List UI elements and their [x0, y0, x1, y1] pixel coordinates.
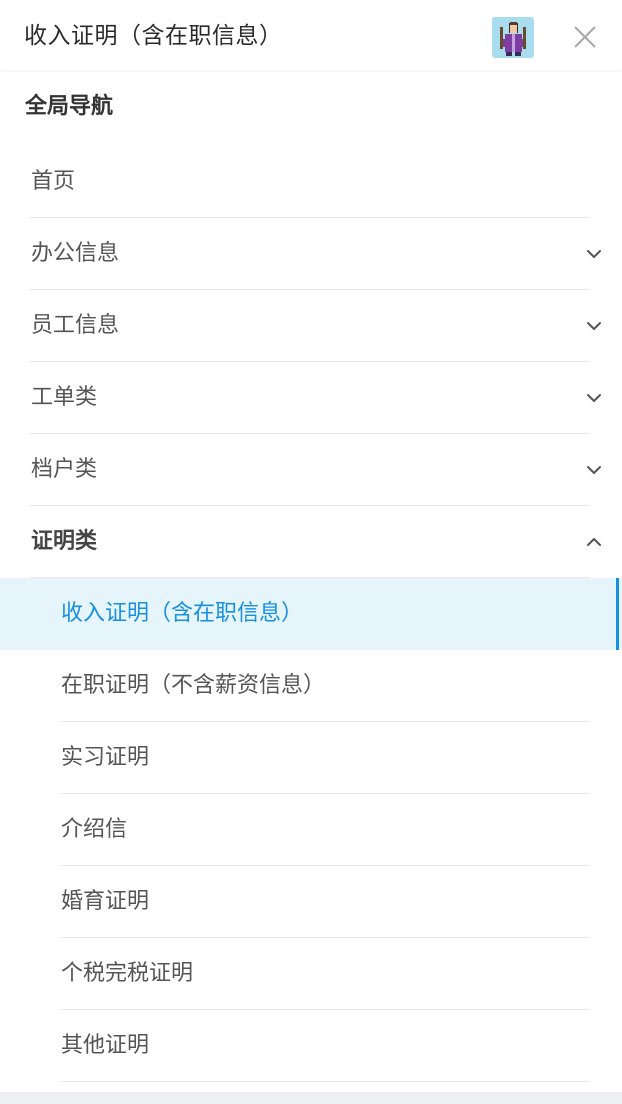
- nav-list: 首页 办公信息 员工信息 工单类 档户类 证明类 收入证明（含在职信息） 在职证…: [0, 146, 622, 1082]
- sub-item-label: 其他证明: [61, 1033, 150, 1058]
- sub-item-label: 在职证明（不含薪资信息）: [61, 673, 326, 698]
- chevron-down-icon: [587, 322, 601, 330]
- sub-item-income-certificate[interactable]: 收入证明（含在职信息）: [0, 578, 622, 650]
- chevron-down-icon: [587, 250, 601, 258]
- nav-item-certificates[interactable]: 证明类: [0, 506, 622, 578]
- page-title: 收入证明（含在职信息）: [24, 23, 283, 49]
- nav-item-label: 办公信息: [31, 241, 120, 266]
- sub-item-label: 个税完税证明: [61, 961, 194, 986]
- nav-heading: 全局导航: [25, 94, 114, 119]
- sub-item-introduction-letter[interactable]: 介绍信: [0, 794, 622, 866]
- sub-item-marriage-certificate[interactable]: 婚育证明: [0, 866, 622, 938]
- sub-item-other-certificates[interactable]: 其他证明: [0, 1010, 622, 1082]
- nav-item-label: 员工信息: [31, 313, 120, 338]
- sub-item-internship-certificate[interactable]: 实习证明: [0, 722, 622, 794]
- sub-item-label: 介绍信: [61, 817, 128, 842]
- sub-item-tax-certificate[interactable]: 个税完税证明: [0, 938, 622, 1010]
- sub-item-label: 实习证明: [61, 745, 150, 770]
- chevron-down-icon: [587, 466, 601, 474]
- bottom-strip: [0, 1092, 622, 1104]
- nav-item-records[interactable]: 档户类: [0, 434, 622, 506]
- sub-item-label: 婚育证明: [61, 889, 150, 914]
- sub-item-employment-certificate[interactable]: 在职证明（不含薪资信息）: [0, 650, 622, 722]
- close-icon: [574, 26, 596, 48]
- nav-item-work-orders[interactable]: 工单类: [0, 362, 622, 434]
- nav-item-label: 档户类: [31, 457, 98, 482]
- close-button[interactable]: [568, 20, 602, 54]
- chevron-up-icon: [587, 538, 601, 546]
- nav-item-employee-info[interactable]: 员工信息: [0, 290, 622, 362]
- global-nav-panel: 全局导航 首页 办公信息 员工信息 工单类 档户类 证明类 收入证明（含在职信息…: [0, 72, 622, 1092]
- sub-item-label: 收入证明（含在职信息）: [61, 601, 304, 626]
- header-bar: 收入证明（含在职信息）: [0, 0, 622, 72]
- user-avatar-icon[interactable]: [492, 17, 534, 58]
- chevron-down-icon: [587, 394, 601, 402]
- active-indicator: [616, 578, 619, 650]
- divider: [60, 1081, 590, 1082]
- nav-item-label: 工单类: [31, 385, 98, 410]
- nav-item-home[interactable]: 首页: [0, 146, 622, 218]
- nav-item-label: 首页: [31, 169, 76, 194]
- nav-item-office-info[interactable]: 办公信息: [0, 218, 622, 290]
- nav-item-label: 证明类: [31, 529, 98, 554]
